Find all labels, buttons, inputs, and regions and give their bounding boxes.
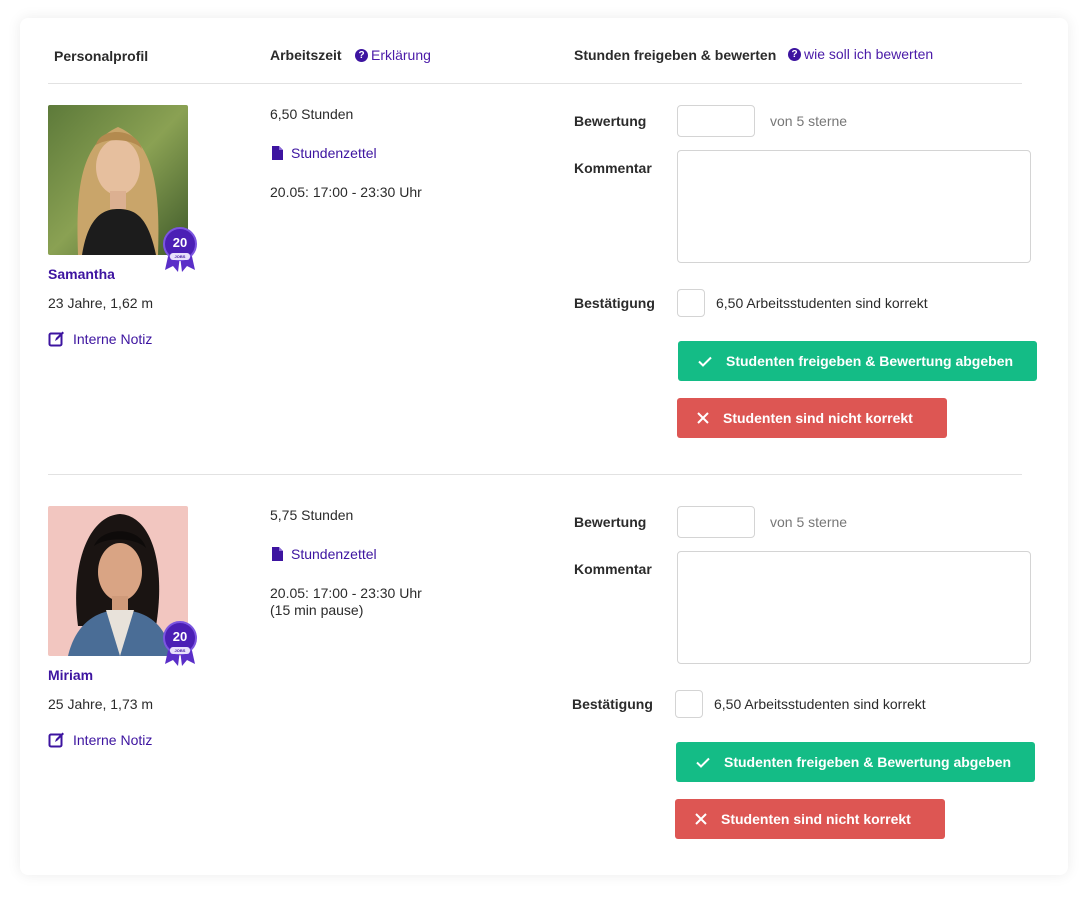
confirm-checkbox[interactable] xyxy=(677,289,705,317)
time-help-label: Erklärung xyxy=(371,47,431,63)
staff-name[interactable]: Samantha xyxy=(48,266,115,282)
help-icon: ? xyxy=(355,48,368,62)
rate-help-link[interactable]: ? wie soll ich bewerten xyxy=(788,46,933,62)
internal-note-label: Interne Notiz xyxy=(73,731,153,748)
confirm-checkbox[interactable] xyxy=(675,690,703,718)
comment-label: Kommentar xyxy=(574,160,652,176)
badge-label: JOBS xyxy=(174,648,186,653)
rating-suffix: von 5 sterne xyxy=(770,514,848,530)
check-icon xyxy=(698,356,712,367)
jobs-badge: 20 JOBS xyxy=(161,226,199,277)
internal-note-label: Interne Notiz xyxy=(73,330,153,347)
badge-label: JOBS xyxy=(174,254,186,259)
check-icon xyxy=(696,757,710,768)
column-header-profile: Personalprofil xyxy=(54,48,149,64)
hours-value: 6,50 Stunden xyxy=(270,106,354,122)
column-header-rate: Stunden freigeben & bewerten xyxy=(574,47,777,63)
rate-help-label: wie soll ich bewerten xyxy=(804,46,934,62)
badge-number: 20 xyxy=(172,235,188,250)
confirm-label: Bestätigung xyxy=(574,295,655,311)
edit-icon xyxy=(48,732,64,748)
edit-icon xyxy=(48,331,64,347)
rating-label: Bewertung xyxy=(574,113,647,129)
rating-input[interactable] xyxy=(677,105,755,137)
rating-label: Bewertung xyxy=(574,514,647,530)
confirm-label: Bestätigung xyxy=(572,696,653,712)
reject-button-label: Studenten sind nicht korrekt xyxy=(723,410,913,426)
approve-button-label: Studenten freigeben & Bewertung abgeben xyxy=(724,754,1012,770)
timesheet-link[interactable]: Stundenzettel xyxy=(272,145,377,161)
shift-time: 20.05: 17:00 - 23:30 Uhr xyxy=(270,184,422,200)
rating-suffix: von 5 sterne xyxy=(770,113,848,129)
internal-note-link[interactable]: Interne Notiz xyxy=(48,731,152,748)
comment-textarea[interactable] xyxy=(677,150,1031,263)
reject-button[interactable]: Studenten sind nicht korrekt xyxy=(677,398,947,438)
comment-textarea[interactable] xyxy=(677,551,1031,664)
hours-value: 5,75 Stunden xyxy=(270,507,354,523)
approve-button[interactable]: Studenten freigeben & Bewertung abgeben xyxy=(678,341,1037,381)
internal-note-link[interactable]: Interne Notiz xyxy=(48,330,152,347)
shift-time: 20.05: 17:00 - 23:30 Uhr xyxy=(270,585,422,601)
help-icon: ? xyxy=(788,47,801,61)
row-divider xyxy=(48,474,1022,475)
approve-button-label: Studenten freigeben & Bewertung abgeben xyxy=(726,353,1014,369)
staff-details: 25 Jahre, 1,73 m xyxy=(48,696,154,712)
staff-name[interactable]: Miriam xyxy=(48,667,93,683)
header-divider xyxy=(48,83,1022,84)
close-icon xyxy=(697,412,709,424)
reject-button[interactable]: Studenten sind nicht korrekt xyxy=(675,799,945,839)
approve-button[interactable]: Studenten freigeben & Bewertung abgeben xyxy=(676,742,1035,782)
rating-input[interactable] xyxy=(677,506,755,538)
comment-label: Kommentar xyxy=(574,561,652,577)
staff-details: 23 Jahre, 1,62 m xyxy=(48,295,154,311)
confirm-text: 6,50 Arbeitsstudenten sind korrekt xyxy=(714,696,926,712)
document-icon xyxy=(272,547,283,561)
pause-note: (15 min pause) xyxy=(270,602,364,618)
timesheet-link[interactable]: Stundenzettel xyxy=(272,546,377,562)
timesheet-label: Stundenzettel xyxy=(291,145,377,161)
time-help-link[interactable]: ? Erklärung xyxy=(355,47,431,63)
close-icon xyxy=(695,813,707,825)
reject-button-label: Studenten sind nicht korrekt xyxy=(721,811,911,827)
confirm-text: 6,50 Arbeitsstudenten sind korrekt xyxy=(716,295,928,311)
document-icon xyxy=(272,146,283,160)
timesheet-label: Stundenzettel xyxy=(291,546,377,562)
jobs-badge: 20 JOBS xyxy=(161,620,199,671)
column-header-time: Arbeitszeit xyxy=(270,47,342,63)
badge-number: 20 xyxy=(172,629,188,644)
